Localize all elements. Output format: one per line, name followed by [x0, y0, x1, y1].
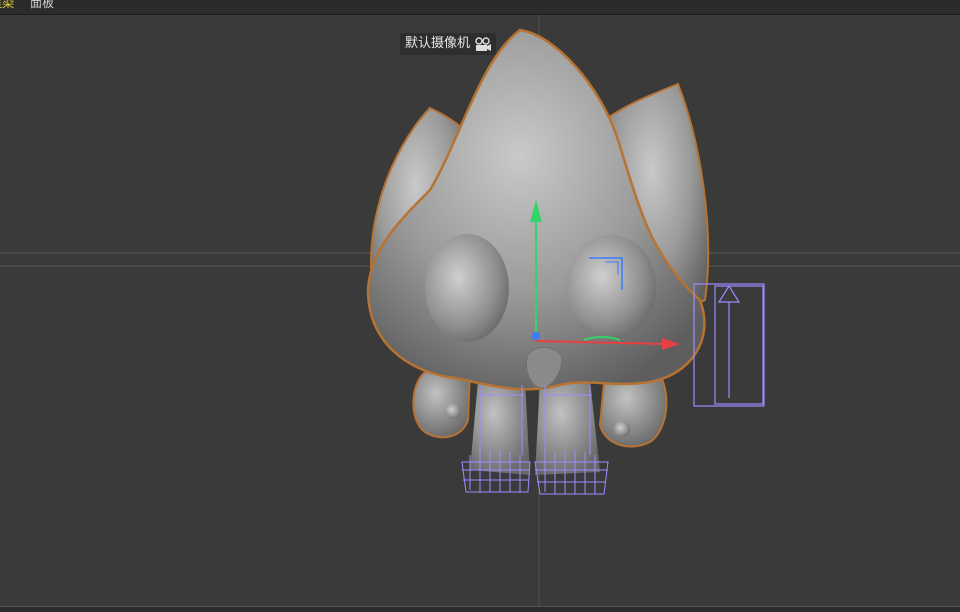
camera-label[interactable]: 默认摄像机	[400, 33, 497, 55]
right-eye	[566, 235, 656, 339]
camera-icon[interactable]	[474, 36, 492, 52]
menu-item-render[interactable]: 渲染	[0, 0, 14, 10]
menu-item-panel[interactable]: 面板	[30, 0, 54, 10]
left-arm-nub	[445, 403, 461, 419]
menu-bar: 渲染 面板	[0, 0, 960, 15]
light-wireframe	[693, 283, 765, 407]
bottom-bar	[0, 606, 960, 612]
camera-label-text: 默认摄像机	[405, 36, 471, 51]
scene-canvas[interactable]	[0, 15, 960, 606]
viewport[interactable]: 默认摄像机	[0, 15, 960, 606]
left-eye	[425, 234, 509, 342]
right-arm-nub	[614, 421, 630, 437]
